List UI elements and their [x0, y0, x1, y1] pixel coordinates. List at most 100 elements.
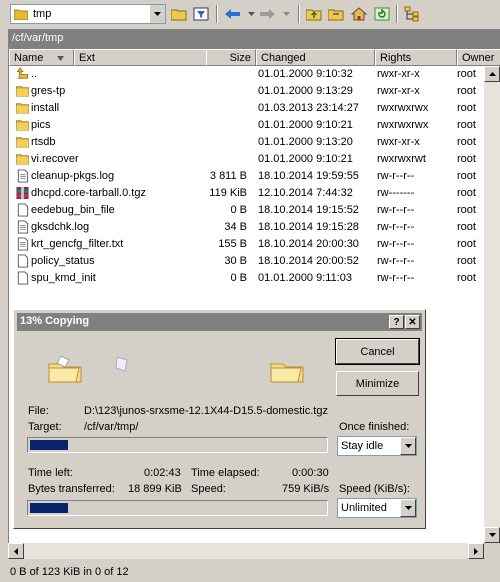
home-button[interactable]	[350, 5, 368, 23]
filter-button[interactable]	[192, 5, 210, 23]
chevron-down-icon[interactable]	[400, 437, 416, 455]
file-rights: rw-r--r--	[377, 272, 415, 284]
scroll-down-button[interactable]	[484, 527, 500, 543]
file-row[interactable]: eedebug_bin_file 0 B 18.10.2014 19:15:52 rw…	[9, 202, 500, 219]
column-header-rights[interactable]: Rights	[375, 49, 457, 66]
speed-limit-value: Unlimited	[341, 502, 387, 514]
once-finished-label: Once finished:	[339, 421, 410, 433]
file-changed: 18.10.2014 19:15:52	[258, 204, 359, 216]
folder-icon	[16, 86, 29, 97]
file-name: pics	[31, 119, 51, 131]
refresh-button[interactable]	[373, 5, 391, 23]
refresh-icon	[374, 7, 390, 21]
column-header-row: Name Ext Size Changed Rights Owner	[9, 49, 500, 66]
dialog-title-bar[interactable]: 13% Copying ? ✕	[17, 313, 422, 331]
total-progress-bar	[27, 500, 328, 516]
root-dir-button[interactable]	[327, 5, 345, 23]
scroll-right-button[interactable]	[468, 543, 484, 559]
column-name-label: Name	[14, 52, 44, 64]
column-header-size[interactable]: Size	[206, 49, 256, 66]
file-changed: 01.01.2000 9:10:32	[258, 68, 353, 80]
bytes-transferred-value: 18 899 KiB	[128, 483, 182, 495]
once-finished-value: Stay idle	[341, 440, 384, 452]
time-left-label: Time left:	[28, 467, 73, 479]
file-row[interactable]: rtsdb 01.01.2000 9:13:20 rwxr-xr-x root	[9, 134, 500, 151]
file-value: D:\123\junos-srxsme-12.1X44-D15.5-domest…	[84, 405, 328, 417]
chevron-down-icon	[282, 12, 290, 16]
open-folder-icon	[171, 9, 187, 21]
path-bar[interactable]: /cf/var/tmp	[8, 29, 500, 49]
file-row[interactable]: .. 01.01.2000 9:10:32 rwxr-xr-x root	[9, 66, 500, 83]
chevron-down-icon[interactable]	[149, 5, 165, 23]
minimize-button[interactable]: Minimize	[336, 371, 419, 396]
file-owner: root	[457, 221, 476, 233]
file-row[interactable]: install 01.03.2013 23:14:27 rwxrwxrwx root	[9, 100, 500, 117]
file-icon	[17, 254, 29, 268]
file-changed: 01.01.2000 9:13:20	[258, 136, 353, 148]
time-left-value: 0:02:43	[144, 467, 181, 479]
flying-document-icon	[115, 356, 128, 372]
help-button[interactable]: ?	[389, 315, 404, 329]
vertical-scrollbar[interactable]	[484, 66, 500, 559]
sort-ascending-icon	[57, 56, 64, 61]
close-button[interactable]: ✕	[405, 315, 420, 329]
file-row[interactable]: spu_kmd_init 0 B 01.01.2000 9:11:03 rw-r--r…	[9, 270, 500, 287]
file-name: install	[31, 102, 60, 114]
file-owner: root	[457, 102, 476, 114]
file-owner: root	[457, 68, 476, 80]
column-header-name[interactable]: Name	[9, 49, 74, 66]
parent-dir-button[interactable]	[305, 5, 323, 23]
file-row[interactable]: dhcpd.core-tarball.0.tgz 119 KiB 12.10.201…	[9, 185, 500, 202]
file-name: rtsdb	[31, 136, 56, 148]
scroll-left-button[interactable]	[8, 543, 24, 559]
filter-icon	[193, 7, 209, 21]
file-row[interactable]: krt_gencfg_filter.txt 155 B 18.10.2014 20:…	[9, 236, 500, 253]
location-combo[interactable]: tmp	[10, 4, 166, 24]
target-value: /cf/var/tmp/	[84, 421, 139, 433]
text-file-icon	[17, 169, 29, 183]
file-row[interactable]: gres-tp 01.01.2000 9:13:29 rwxr-xr-x root	[9, 83, 500, 100]
target-label: Target:	[28, 421, 62, 433]
column-header-changed[interactable]: Changed	[256, 49, 375, 66]
file-rights: rwxr-xr-x	[377, 85, 420, 97]
file-row[interactable]: vi.recover 01.01.2000 9:10:21 rwxrwxrwt roo…	[9, 151, 500, 168]
tree-view-button[interactable]	[403, 5, 421, 23]
folder-icon	[16, 154, 29, 165]
root-folder-icon	[328, 9, 344, 21]
file-name: policy_status	[31, 255, 95, 267]
file-row[interactable]: gksdchk.log 34 B 18.10.2014 19:15:28 rw-r--…	[9, 219, 500, 236]
target-folder-icon	[270, 363, 304, 383]
tree-view-icon	[404, 6, 419, 22]
cancel-button[interactable]: Cancel	[335, 338, 420, 365]
horizontal-scrollbar[interactable]	[8, 543, 500, 559]
location-label: tmp	[33, 8, 52, 20]
file-owner: root	[457, 238, 476, 250]
once-finished-select[interactable]: Stay idle	[337, 436, 417, 456]
speed-limit-label: Speed (KiB/s):	[339, 483, 410, 495]
folder-icon	[16, 137, 29, 148]
file-row[interactable]: cleanup-pkgs.log 3 811 B 18.10.2014 19:59:…	[9, 168, 500, 185]
file-row[interactable]: pics 01.01.2000 9:10:21 rwxrwxrwx root	[9, 117, 500, 134]
forward-button[interactable]	[258, 5, 276, 23]
chevron-down-icon[interactable]	[400, 499, 416, 517]
file-row[interactable]: policy_status 30 B 18.10.2014 20:00:52 rw-r…	[9, 253, 500, 270]
file-name: krt_gencfg_filter.txt	[31, 238, 124, 250]
arrow-up-icon	[488, 72, 496, 76]
back-button[interactable]	[224, 5, 242, 23]
open-folder-button[interactable]	[170, 5, 188, 23]
speed-limit-select[interactable]: Unlimited	[337, 498, 417, 518]
forward-history-button[interactable]	[277, 5, 295, 23]
file-name: eedebug_bin_file	[31, 204, 115, 216]
folder-icon	[16, 120, 29, 131]
text-file-icon	[17, 237, 29, 251]
forward-arrow-icon	[260, 9, 275, 19]
archive-file-icon	[16, 186, 29, 200]
file-changed: 18.10.2014 20:00:30	[258, 238, 359, 250]
column-header-owner[interactable]: Owner	[457, 49, 500, 66]
scroll-up-button[interactable]	[484, 66, 500, 82]
file-rights: rwxrwxrwt	[377, 153, 426, 165]
time-elapsed-value: 0:00:30	[292, 467, 329, 479]
file-rights: rw-r--r--	[377, 204, 415, 216]
toolbar-separator	[216, 5, 218, 23]
back-arrow-icon	[225, 9, 240, 19]
